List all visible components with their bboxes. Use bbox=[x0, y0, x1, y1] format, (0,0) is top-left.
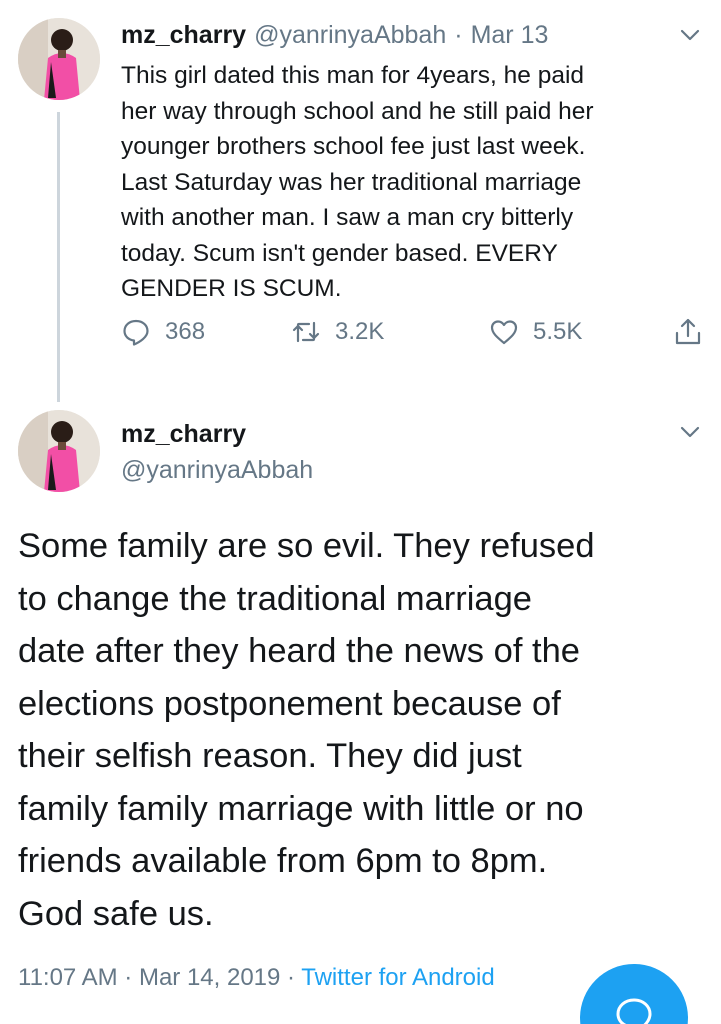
like-button[interactable]: 5.5K bbox=[489, 312, 582, 352]
tweet-text-line: This girl dated this man for 4years, he … bbox=[121, 62, 585, 89]
reply-icon bbox=[123, 319, 149, 346]
timestamp-text: 11:07 AM · Mar 14, 2019 · bbox=[18, 964, 302, 991]
compose-reply-button[interactable] bbox=[580, 964, 688, 1024]
avatar-image bbox=[18, 18, 100, 100]
chevron-down-icon[interactable] bbox=[679, 24, 701, 46]
display-name[interactable]: mz_charry bbox=[121, 420, 246, 449]
like-count: 5.5K bbox=[533, 318, 583, 345]
tweet-text-line: today. Scum isn't gender based. EVERY bbox=[121, 239, 558, 267]
tweet-text-line: elections postponement because of bbox=[18, 684, 561, 723]
tweet-text-line: with another man. I saw a man cry bitter… bbox=[121, 204, 574, 231]
reply-count: 368 bbox=[165, 318, 206, 345]
share-button[interactable] bbox=[673, 312, 703, 352]
avatar[interactable] bbox=[18, 410, 100, 492]
tweet-text-line: date after they heard the news of the bbox=[18, 632, 580, 670]
tweet-detail-screen: mz_charry @yanrinyaAbbah · Mar 13 This g… bbox=[0, 0, 721, 1024]
share-icon bbox=[675, 318, 701, 345]
tweet-text-line: Last Saturday was her traditional marria… bbox=[121, 168, 582, 196]
chevron-down-icon[interactable] bbox=[679, 421, 701, 443]
thread-connector-line bbox=[57, 112, 60, 402]
retweet-icon bbox=[292, 321, 320, 343]
heart-icon bbox=[490, 320, 518, 345]
tweet-text-line: GENDER IS SCUM. bbox=[121, 275, 342, 302]
avatar[interactable] bbox=[18, 18, 100, 100]
tweet-source-link[interactable]: Twitter for Android bbox=[301, 964, 494, 991]
tweet-timestamp: 11:07 AM · Mar 14, 2019 · Twitter for An… bbox=[18, 964, 495, 992]
tweet-action-bar: 368 3.2K 5.5K bbox=[121, 312, 711, 352]
tweet-text-line: her way through school and he still paid… bbox=[121, 97, 594, 125]
tweet-text: Some family are so evil. They refused to… bbox=[18, 520, 708, 940]
tweet-text-line: their selfish reason. They did just bbox=[18, 737, 522, 775]
tweet-header: mz_charry @yanrinyaAbbah · Mar 13 bbox=[121, 18, 548, 52]
retweet-button[interactable]: 3.2K bbox=[291, 312, 384, 352]
tweet-text-line: friends available from 6pm to 8pm. bbox=[18, 842, 548, 880]
display-name[interactable]: mz_charry bbox=[121, 21, 246, 50]
user-handle[interactable]: @yanrinyaAbbah bbox=[121, 456, 313, 485]
tweet-text-line: younger brothers school fee just last we… bbox=[121, 133, 586, 160]
avatar-image bbox=[18, 410, 100, 492]
tweet-text-line: family family marriage with little or no bbox=[18, 789, 584, 828]
tweet-text-line: Some family are so evil. They refused bbox=[18, 527, 595, 565]
tweet-date[interactable]: Mar 13 bbox=[471, 21, 549, 50]
separator-dot: · bbox=[454, 20, 463, 49]
reply-button[interactable]: 368 bbox=[121, 312, 205, 352]
tweet-text-line: God safe us. bbox=[18, 894, 214, 933]
retweet-count: 3.2K bbox=[335, 318, 385, 345]
tweet-text-line: to change the traditional marriage bbox=[18, 579, 532, 618]
tweet-text: This girl dated this man for 4years, he … bbox=[121, 58, 701, 307]
user-handle[interactable]: @yanrinyaAbbah bbox=[254, 21, 446, 50]
compose-reply-icon bbox=[616, 998, 652, 1024]
